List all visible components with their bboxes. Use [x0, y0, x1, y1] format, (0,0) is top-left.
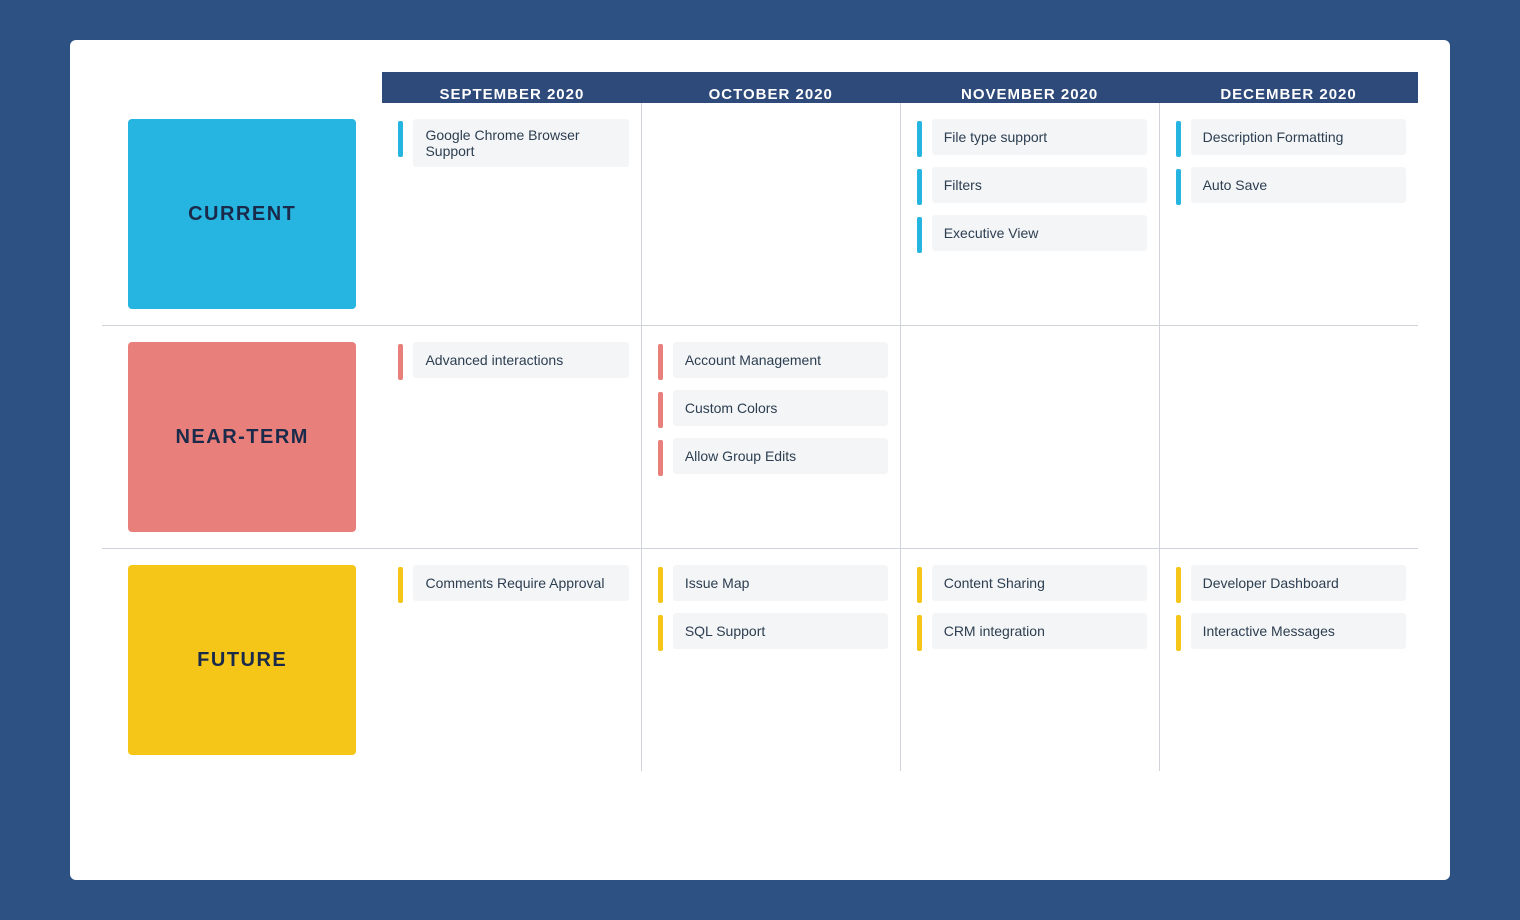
feature-item: Allow Group Edits: [658, 438, 888, 476]
roadmap-row-current: CURRENT Google Chrome Browser Support File…: [102, 103, 1418, 326]
feature-bar: [917, 217, 922, 253]
feature-item: SQL Support: [658, 613, 888, 651]
feature-item: Description Formatting: [1176, 119, 1406, 157]
feature-box: Comments Require Approval: [413, 565, 628, 601]
feature-item: Issue Map: [658, 565, 888, 603]
feature-bar: [1176, 615, 1181, 651]
feature-bar: [1176, 121, 1181, 157]
content-cell-near-term-dec: [1159, 326, 1418, 549]
content-cell-future-dec: Developer Dashboard Interactive Messages: [1159, 549, 1418, 771]
feature-box: Google Chrome Browser Support: [413, 119, 628, 167]
feature-box: File type support: [932, 119, 1147, 155]
feature-bar: [658, 615, 663, 651]
label-cell-near-term: NEAR-TERM: [102, 326, 382, 549]
feature-box: Account Management: [673, 342, 888, 378]
content-cell-near-term-nov: [900, 326, 1159, 549]
label-box-current: CURRENT: [128, 119, 356, 309]
feature-item: Comments Require Approval: [398, 565, 628, 603]
label-text-future: FUTURE: [197, 649, 287, 672]
feature-bar: [398, 344, 403, 380]
feature-box: Interactive Messages: [1191, 613, 1406, 649]
feature-bar: [917, 169, 922, 205]
label-cell-future: FUTURE: [102, 549, 382, 771]
feature-item: Account Management: [658, 342, 888, 380]
feature-box: Executive View: [932, 215, 1147, 251]
content-cell-near-term-sep: Advanced interactions: [382, 326, 641, 549]
feature-box: SQL Support: [673, 613, 888, 649]
feature-item: Custom Colors: [658, 390, 888, 428]
feature-bar: [398, 567, 403, 603]
feature-item: CRM integration: [917, 613, 1147, 651]
page-background: SEPTEMBER 2020 OCTOBER 2020 NOVEMBER 202…: [0, 0, 1520, 920]
label-cell-current: CURRENT: [102, 103, 382, 326]
header-nov: NOVEMBER 2020: [900, 72, 1159, 103]
content-cell-current-oct: [641, 103, 900, 326]
feature-item: File type support: [917, 119, 1147, 157]
feature-item: Content Sharing: [917, 565, 1147, 603]
feature-item: Executive View: [917, 215, 1147, 253]
feature-item: Interactive Messages: [1176, 613, 1406, 651]
label-box-near-term: NEAR-TERM: [128, 342, 356, 532]
feature-bar: [917, 121, 922, 157]
header-sep: SEPTEMBER 2020: [382, 72, 641, 103]
roadmap-table: SEPTEMBER 2020 OCTOBER 2020 NOVEMBER 202…: [102, 72, 1418, 771]
roadmap-row-future: FUTURE Comments Require Approval Issue Map…: [102, 549, 1418, 771]
feature-bar: [398, 121, 403, 157]
feature-bar: [658, 392, 663, 428]
label-text-current: CURRENT: [188, 203, 296, 226]
feature-item: Filters: [917, 167, 1147, 205]
feature-item: Google Chrome Browser Support: [398, 119, 628, 167]
feature-box: CRM integration: [932, 613, 1147, 649]
feature-bar: [658, 344, 663, 380]
content-cell-future-oct: Issue Map SQL Support: [641, 549, 900, 771]
feature-box: Allow Group Edits: [673, 438, 888, 474]
feature-bar: [1176, 169, 1181, 205]
content-cell-near-term-oct: Account Management Custom Colors Allow Gro…: [641, 326, 900, 549]
feature-box: Filters: [932, 167, 1147, 203]
feature-item: Advanced interactions: [398, 342, 628, 380]
roadmap-row-near-term: NEAR-TERM Advanced interactions Account Ma…: [102, 326, 1418, 549]
feature-bar: [1176, 567, 1181, 603]
feature-box: Custom Colors: [673, 390, 888, 426]
feature-box: Issue Map: [673, 565, 888, 601]
feature-bar: [917, 567, 922, 603]
content-cell-future-sep: Comments Require Approval: [382, 549, 641, 771]
content-cell-current-dec: Description Formatting Auto Save: [1159, 103, 1418, 326]
feature-item: Developer Dashboard: [1176, 565, 1406, 603]
feature-bar: [658, 567, 663, 603]
header-oct: OCTOBER 2020: [641, 72, 900, 103]
content-cell-current-sep: Google Chrome Browser Support: [382, 103, 641, 326]
feature-box: Content Sharing: [932, 565, 1147, 601]
content-cell-future-nov: Content Sharing CRM integration: [900, 549, 1159, 771]
label-text-near-term: NEAR-TERM: [175, 426, 309, 449]
header-dec: DECEMBER 2020: [1159, 72, 1418, 103]
feature-box: Developer Dashboard: [1191, 565, 1406, 601]
feature-box: Advanced interactions: [413, 342, 628, 378]
content-cell-current-nov: File type support Filters Executive View: [900, 103, 1159, 326]
roadmap-card: SEPTEMBER 2020 OCTOBER 2020 NOVEMBER 202…: [70, 40, 1450, 880]
feature-box: Auto Save: [1191, 167, 1406, 203]
feature-bar: [917, 615, 922, 651]
header-empty-cell: [102, 72, 382, 103]
feature-box: Description Formatting: [1191, 119, 1406, 155]
header-row: SEPTEMBER 2020 OCTOBER 2020 NOVEMBER 202…: [102, 72, 1418, 103]
feature-item: Auto Save: [1176, 167, 1406, 205]
label-box-future: FUTURE: [128, 565, 356, 755]
feature-bar: [658, 440, 663, 476]
